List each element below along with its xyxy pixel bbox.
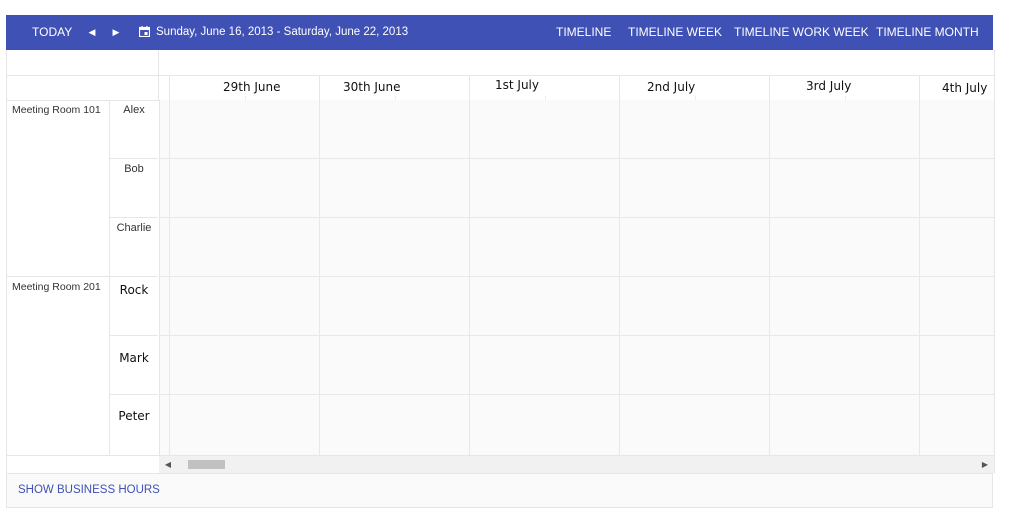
view-timeline[interactable]: TIMELINE bbox=[556, 15, 611, 50]
date-header-label: 29th June bbox=[223, 80, 281, 94]
date-header-cell: 1st July bbox=[469, 75, 619, 100]
chevron-right-icon: ▶ bbox=[112, 27, 120, 37]
grid-line bbox=[469, 100, 470, 455]
scroll-row: ◀ ▶ bbox=[7, 455, 994, 473]
resource-row-header: Rock bbox=[110, 277, 158, 336]
resource-row-header: Bob bbox=[110, 159, 158, 218]
timeline-grid: 29th June 30th June 1st July 2nd July 3r… bbox=[6, 50, 995, 473]
show-business-hours-link[interactable]: SHOW BUSINESS HOURS bbox=[18, 484, 160, 496]
scroll-left-icon[interactable]: ◀ bbox=[163, 456, 173, 473]
header-divider bbox=[158, 50, 159, 75]
date-range-button[interactable]: Sunday, June 16, 2013 - Saturday, June 2… bbox=[139, 15, 408, 50]
scheduler-toolbar: TODAY ◀ ▶ Sunday, June 16, 2013 - Saturd… bbox=[6, 15, 993, 50]
grid-line bbox=[160, 158, 994, 159]
date-range-label: Sunday, June 16, 2013 - Saturday, June 2… bbox=[156, 26, 409, 38]
resource-name: Mark bbox=[119, 351, 149, 365]
header-divider bbox=[158, 75, 159, 100]
scroll-right-icon[interactable]: ▶ bbox=[980, 456, 990, 473]
room-cell: Meeting Room 101 bbox=[7, 100, 110, 277]
timeline-content[interactable] bbox=[159, 100, 994, 455]
resource-row-header: Peter bbox=[110, 395, 158, 455]
date-header-cell: 3rd July bbox=[769, 75, 919, 100]
scrollbar-thumb[interactable] bbox=[188, 460, 225, 469]
next-button[interactable]: ▶ bbox=[110, 15, 122, 50]
calendar-icon bbox=[139, 26, 150, 37]
horizontal-scrollbar[interactable]: ◀ ▶ bbox=[159, 456, 994, 473]
date-header-label: 3rd July bbox=[806, 79, 852, 93]
resource-column: Meeting Room 101 Meeting Room 201 Alex B… bbox=[7, 100, 158, 455]
grid-line bbox=[619, 100, 620, 455]
resource-name: Charlie bbox=[116, 222, 152, 234]
resource-row-header: Alex bbox=[110, 100, 158, 159]
room-name: Meeting Room 101 bbox=[12, 104, 101, 116]
resource-name: Alex bbox=[123, 104, 145, 116]
resource-name: Bob bbox=[124, 163, 144, 175]
date-header-cell: 2nd July bbox=[619, 75, 769, 100]
view-timeline-week[interactable]: TIMELINE WEEK bbox=[628, 15, 722, 50]
chevron-left-icon: ◀ bbox=[88, 27, 96, 37]
grid-line bbox=[160, 217, 994, 218]
grid-line bbox=[319, 100, 320, 455]
date-header-label: 30th June bbox=[343, 80, 401, 94]
date-header-cell: 30th June bbox=[319, 75, 469, 100]
date-header-row: 29th June 30th June 1st July 2nd July 3r… bbox=[7, 75, 994, 101]
date-header-label: 4th July bbox=[942, 81, 988, 95]
scheduler-footer: SHOW BUSINESS HOURS bbox=[6, 473, 993, 508]
grid-line bbox=[769, 100, 770, 455]
date-header-label: 2nd July bbox=[647, 80, 696, 94]
grid-line bbox=[169, 100, 170, 455]
view-timeline-month[interactable]: TIMELINE MONTH bbox=[876, 15, 979, 50]
date-header-cell: 4th July bbox=[919, 75, 994, 100]
resource-row-header: Charlie bbox=[110, 218, 158, 277]
prev-button[interactable]: ◀ bbox=[86, 15, 98, 50]
resource-name: Peter bbox=[118, 409, 150, 423]
grid-line bbox=[160, 276, 994, 277]
grid-line bbox=[919, 100, 920, 455]
resource-name: Rock bbox=[119, 283, 149, 297]
header-top-row bbox=[7, 50, 994, 76]
view-timeline-work-week[interactable]: TIMELINE WORK WEEK bbox=[734, 15, 869, 50]
room-cell: Meeting Room 201 bbox=[7, 277, 110, 455]
grid-line bbox=[160, 335, 994, 336]
date-header-label: 1st July bbox=[495, 78, 539, 92]
date-header-cell: 29th June bbox=[169, 75, 319, 100]
resource-row-header: Mark bbox=[110, 336, 158, 395]
grid-line bbox=[160, 394, 994, 395]
room-name: Meeting Room 201 bbox=[12, 281, 101, 293]
today-button[interactable]: TODAY bbox=[32, 15, 72, 50]
